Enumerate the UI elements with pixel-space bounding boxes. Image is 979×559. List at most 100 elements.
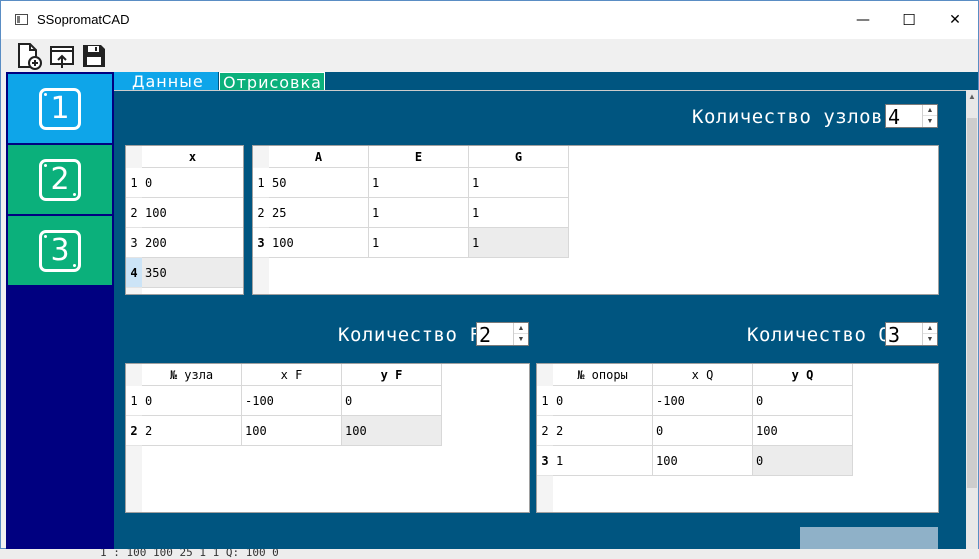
minimize-icon: — [856, 12, 870, 28]
table-cell[interactable]: 1 [469, 168, 569, 198]
table-cell[interactable]: 100 [242, 416, 342, 446]
title-bar[interactable]: SSopromatCAD — ☐ ✕ [1, 1, 978, 39]
spin-up-icon[interactable]: ▲ [923, 323, 937, 334]
background-window-text: 1 : 100 100 25 1 1 Q: 100 0 [0, 549, 979, 559]
f-count-spinbox[interactable]: 2 ▲ ▼ [476, 322, 529, 347]
scrollbar-thumb[interactable] [967, 118, 977, 488]
column-header[interactable]: y F [342, 364, 442, 386]
table-cell[interactable]: 100 [142, 198, 243, 228]
table-cell[interactable]: 0 [142, 386, 242, 416]
table-cell[interactable]: 100 [269, 228, 369, 258]
row-number[interactable]: 2 [126, 416, 142, 446]
column-header[interactable]: y Q [753, 364, 853, 386]
column-header[interactable]: x [142, 146, 243, 168]
table-cell[interactable]: -100 [653, 386, 753, 416]
window-title: SSopromatCAD [37, 12, 130, 27]
chip-icon: 1 [39, 87, 81, 130]
close-button[interactable]: ✕ [932, 1, 978, 39]
column-header[interactable]: № опоры [553, 364, 653, 386]
row-number[interactable]: 2 [537, 416, 553, 446]
nodes-table[interactable]: x 1 0 2 100 3 200 4 350 [125, 145, 244, 295]
bottom-scroll-handle[interactable] [800, 527, 938, 550]
data-panel: Количество узлов: 4 ▲ ▼ x 1 0 2 100 3 200… [114, 90, 966, 550]
maximize-button[interactable]: ☐ [886, 1, 932, 39]
row-number[interactable]: 3 [537, 446, 553, 476]
table-cell[interactable]: 1 [469, 228, 569, 258]
table-cell[interactable]: 100 [753, 416, 853, 446]
tab-data[interactable]: Данные [114, 72, 218, 91]
table-cell[interactable]: 100 [653, 446, 753, 476]
open-file-button[interactable] [48, 42, 76, 70]
table-cell[interactable]: 0 [553, 386, 653, 416]
step-sidebar: 1 2 3 [6, 72, 114, 550]
vertical-scrollbar[interactable]: ▲ [966, 90, 978, 550]
save-button[interactable] [80, 42, 108, 70]
row-number[interactable]: 1 [253, 168, 269, 198]
tab-drawing[interactable]: Отрисовка [219, 72, 325, 92]
chip-icon: 3 [39, 229, 81, 272]
table-cell[interactable]: 2 [142, 416, 242, 446]
rods-table[interactable]: A E G 1 50 1 1 2 25 1 1 3 100 1 1 [252, 145, 939, 295]
column-header[interactable]: x Q [653, 364, 753, 386]
step-button-2[interactable]: 2 [8, 145, 112, 214]
row-number[interactable]: 1 [126, 168, 142, 198]
spin-down-icon[interactable]: ▼ [923, 116, 937, 127]
q-count-value: 3 [888, 323, 901, 347]
nodes-count-value: 4 [888, 105, 901, 129]
table-cell[interactable]: 1 [369, 168, 469, 198]
row-number[interactable]: 4 [126, 258, 142, 288]
column-header[interactable]: E [369, 146, 469, 168]
step-number: 1 [50, 91, 70, 126]
app-window: SSopromatCAD — ☐ ✕ 1 2 3 Данные Отрисовк… [0, 0, 979, 550]
step-number: 3 [50, 233, 70, 268]
nodes-count-spinbox[interactable]: 4 ▲ ▼ [885, 104, 938, 129]
table-cell[interactable]: 1 [469, 198, 569, 228]
f-count-value: 2 [479, 323, 492, 347]
table-cell[interactable]: 0 [342, 386, 442, 416]
new-file-button[interactable] [15, 42, 43, 70]
table-cell[interactable]: 1 [369, 228, 469, 258]
column-header[interactable]: A [269, 146, 369, 168]
spin-down-icon[interactable]: ▼ [514, 334, 528, 345]
table-cell[interactable]: -100 [242, 386, 342, 416]
table-cell[interactable]: 100 [342, 416, 442, 446]
table-cell[interactable]: 0 [753, 386, 853, 416]
step-button-1[interactable]: 1 [8, 74, 112, 143]
table-cell[interactable]: 25 [269, 198, 369, 228]
table-cell[interactable]: 1 [369, 198, 469, 228]
column-header[interactable]: № узла [142, 364, 242, 386]
new-file-icon [18, 43, 42, 70]
app-icon [15, 14, 28, 25]
minimize-button[interactable]: — [840, 1, 886, 39]
forces-q-table[interactable]: № опоры x Q y Q 1 0 -100 0 2 2 0 100 3 1… [536, 363, 939, 513]
row-number[interactable]: 3 [126, 228, 142, 258]
spin-down-icon[interactable]: ▼ [923, 334, 937, 345]
table-cell[interactable]: 200 [142, 228, 243, 258]
table-cell[interactable]: 50 [269, 168, 369, 198]
column-header[interactable]: x F [242, 364, 342, 386]
step-button-3[interactable]: 3 [8, 216, 112, 285]
spin-up-icon[interactable]: ▲ [923, 105, 937, 116]
chip-icon: 2 [39, 158, 81, 201]
main-area: Данные Отрисовка Количество узлов: 4 ▲ ▼ … [114, 72, 978, 550]
table-cell[interactable]: 2 [553, 416, 653, 446]
table-cell[interactable]: 0 [142, 168, 243, 198]
q-count-label: Количество Q [747, 324, 891, 346]
row-number[interactable]: 3 [253, 228, 269, 258]
table-cell[interactable]: 0 [753, 446, 853, 476]
row-number[interactable]: 2 [126, 198, 142, 228]
row-number[interactable]: 2 [253, 198, 269, 228]
toolbar [1, 39, 978, 72]
column-header[interactable]: G [469, 146, 569, 168]
spin-up-icon[interactable]: ▲ [514, 323, 528, 334]
table-cell[interactable]: 1 [553, 446, 653, 476]
row-number[interactable]: 1 [126, 386, 142, 416]
forces-f-table[interactable]: № узла x F y F 1 0 -100 0 2 2 100 100 [125, 363, 530, 513]
table-cell[interactable]: 0 [653, 416, 753, 446]
maximize-icon: ☐ [902, 11, 916, 29]
q-count-spinbox[interactable]: 3 ▲ ▼ [885, 322, 938, 347]
scroll-up-icon[interactable]: ▲ [967, 92, 977, 102]
table-cell[interactable]: 350 [142, 258, 243, 288]
save-icon [83, 45, 105, 67]
row-number[interactable]: 1 [537, 386, 553, 416]
